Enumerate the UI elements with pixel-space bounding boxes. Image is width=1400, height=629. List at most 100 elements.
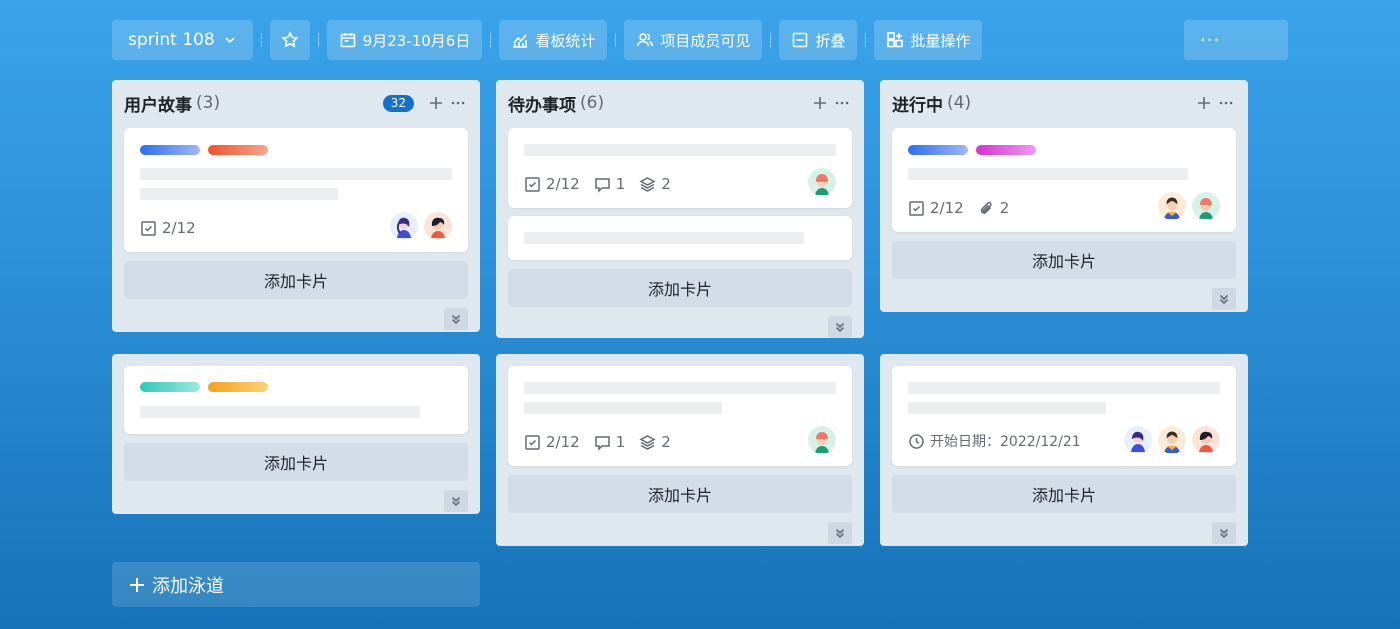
add-card-icon[interactable]: [1194, 93, 1214, 113]
attachments-item: 2: [978, 199, 1009, 217]
batch-operation-button[interactable]: 批量操作: [874, 20, 983, 60]
visibility-label: 项目成员可见: [660, 31, 751, 50]
more-icon[interactable]: [1216, 93, 1236, 113]
more-options-button[interactable]: ···: [1184, 20, 1288, 60]
avatar[interactable]: [1158, 192, 1186, 220]
avatar[interactable]: [1158, 426, 1186, 454]
checklist-item: 2/12: [140, 219, 196, 237]
expand-column-button[interactable]: [828, 316, 852, 338]
double-chevron-down-icon: [451, 314, 461, 325]
add-lane-button[interactable]: 添加泳道: [112, 562, 480, 607]
more-icon[interactable]: [832, 93, 852, 113]
add-lane-label: 添加泳道: [152, 575, 224, 597]
expand-column-button[interactable]: [444, 490, 468, 512]
label-tag: [140, 382, 200, 392]
card-title-placeholder: [908, 402, 1106, 414]
avatar[interactable]: [1192, 426, 1220, 454]
column-in-progress: 进行中 (4) 2/12 2 添加卡片: [880, 80, 1248, 312]
expand-column-button[interactable]: [1212, 288, 1236, 310]
checklist-item: 2/12: [524, 433, 580, 451]
add-card-button[interactable]: 添加卡片: [124, 261, 468, 299]
comments-count: 1: [615, 175, 626, 193]
double-chevron-down-icon: [1219, 294, 1229, 305]
task-card[interactable]: 2/12 1 2: [508, 366, 852, 466]
column-actions: [808, 93, 852, 113]
subtasks-item: 2: [639, 175, 671, 193]
card-title-placeholder: [140, 188, 338, 200]
double-chevron-down-icon: [1219, 528, 1229, 539]
lane-column: 开始日期：2022/12/21 添加卡片: [880, 354, 1248, 546]
task-card[interactable]: 2/12 2: [892, 128, 1236, 232]
visibility-button[interactable]: 项目成员可见: [624, 20, 763, 60]
subtasks-item: 2: [639, 433, 671, 451]
subtasks-count: 2: [661, 175, 671, 193]
column-actions: 32: [382, 93, 468, 113]
card-title-placeholder: [908, 168, 1188, 180]
task-card[interactable]: [124, 366, 468, 434]
sprint-selector[interactable]: sprint 108: [112, 20, 253, 60]
avatar[interactable]: [424, 212, 452, 240]
column-badge: 32: [382, 94, 414, 112]
column-title: 待办事项: [508, 95, 576, 116]
column-todo: 待办事项 (6) 2/12 1 2 添加卡片: [496, 80, 864, 338]
star-button[interactable]: [269, 20, 310, 60]
checklist-count: 2/12: [162, 219, 196, 237]
card-assignees: [802, 426, 836, 454]
card-meta: 2/12 1 2: [524, 433, 685, 451]
task-card[interactable]: 2/12 1 2: [508, 128, 852, 208]
task-card[interactable]: [508, 216, 852, 260]
add-card-icon[interactable]: [810, 93, 830, 113]
expand-column-button[interactable]: [444, 308, 468, 330]
column-header: 用户故事 (3) 32: [124, 80, 468, 126]
label-tag: [140, 145, 200, 155]
column-title: 用户故事: [124, 95, 192, 116]
card-assignees: [384, 212, 452, 240]
add-card-button[interactable]: 添加卡片: [124, 443, 468, 481]
expand-column-button[interactable]: [1212, 522, 1236, 544]
layers-icon: [639, 176, 656, 192]
clock-icon: [909, 433, 924, 449]
column-title: 进行中: [892, 95, 943, 116]
checklist-icon: [909, 200, 924, 216]
column-count: (3): [196, 93, 221, 113]
lane-column: 2/12 1 2 添加卡片: [496, 354, 864, 546]
collapse-icon: [793, 32, 808, 48]
date-range-button[interactable]: 9月23-10月6日: [326, 20, 483, 60]
toolbar-divider: [260, 33, 262, 47]
label-tag: [208, 145, 268, 155]
card-title-placeholder: [140, 406, 420, 418]
column-header: 进行中 (4): [892, 80, 1236, 126]
add-card-button[interactable]: 添加卡片: [508, 475, 852, 513]
comments-item: 1: [594, 433, 625, 451]
add-card-button[interactable]: 添加卡片: [892, 475, 1236, 513]
avatar[interactable]: [808, 168, 836, 196]
collapse-all-button[interactable]: 折叠: [779, 20, 858, 60]
checklist-count: 2/12: [930, 199, 964, 217]
date-range-label: 9月23-10月6日: [362, 31, 471, 50]
card-assignees: [1152, 192, 1220, 220]
toolbar-divider: [490, 33, 492, 47]
more-icon[interactable]: [448, 93, 468, 113]
toolbar-divider: [865, 33, 867, 47]
add-card-button[interactable]: 添加卡片: [892, 241, 1236, 279]
label-tag: [208, 382, 268, 392]
column-count: (4): [947, 93, 972, 113]
board-stats-button[interactable]: 看板统计: [499, 20, 608, 60]
avatar[interactable]: [808, 426, 836, 454]
add-card-icon[interactable]: [426, 93, 446, 113]
start-date-item: 开始日期：2022/12/21: [908, 431, 1081, 451]
avatar[interactable]: [1192, 192, 1220, 220]
avatar[interactable]: [390, 212, 418, 240]
card-meta: 开始日期：2022/12/21: [908, 431, 1095, 451]
card-meta: 2/12: [140, 219, 210, 237]
task-card[interactable]: 开始日期：2022/12/21: [892, 366, 1236, 466]
avatar[interactable]: [1124, 426, 1152, 454]
expand-column-button[interactable]: [828, 522, 852, 544]
card-assignees: [802, 168, 836, 196]
card-title-placeholder: [524, 402, 722, 414]
double-chevron-down-icon: [451, 496, 461, 507]
add-card-button[interactable]: 添加卡片: [508, 269, 852, 307]
sprint-label: sprint 108: [128, 30, 215, 50]
task-card[interactable]: 2/12: [124, 128, 468, 252]
card-title-placeholder: [524, 382, 836, 394]
